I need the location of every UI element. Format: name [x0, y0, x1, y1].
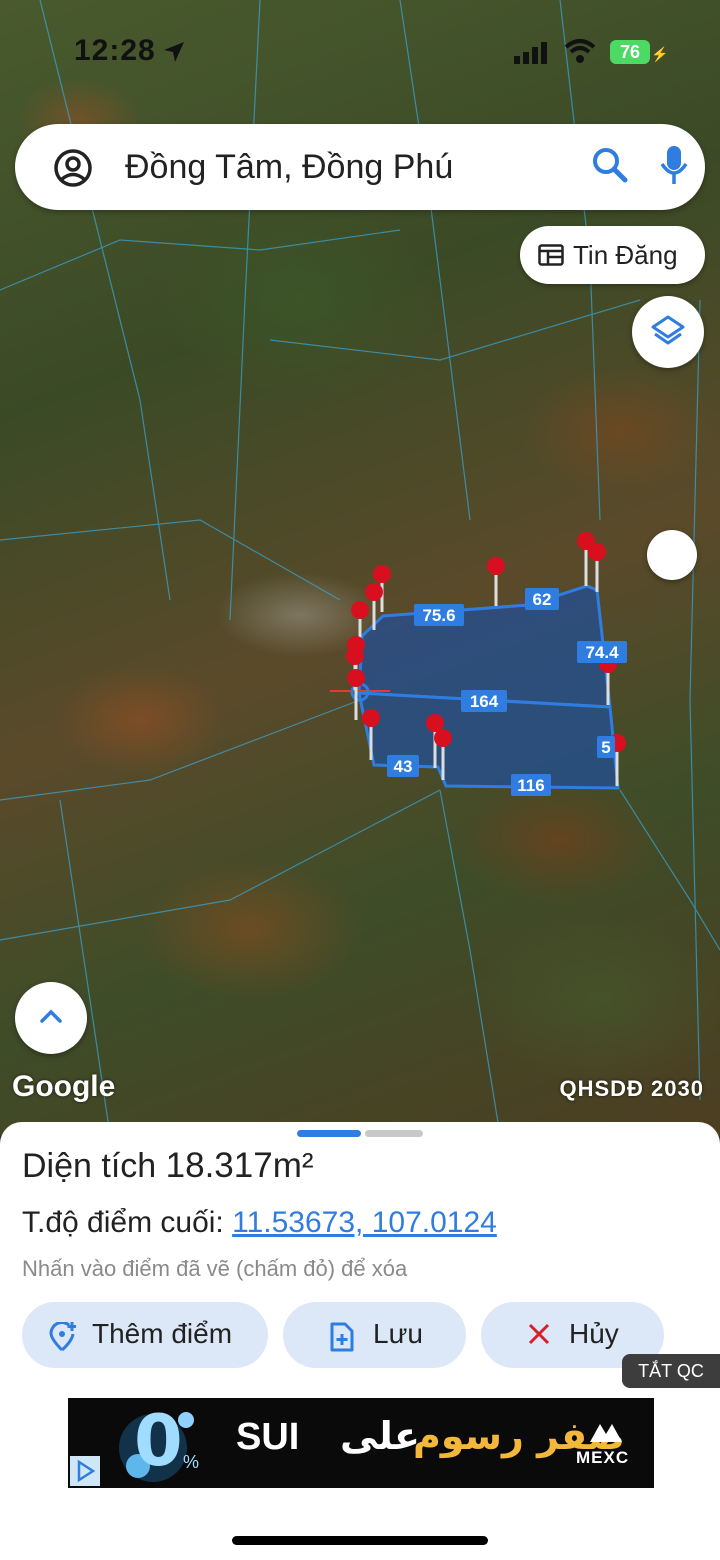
planning-layer-label: QHSDĐ 2030 [559, 1076, 704, 1101]
ad-arabic-white: على [340, 1414, 420, 1458]
save-button[interactable]: Lưu [283, 1302, 466, 1368]
edge-label: 75.6 [422, 606, 455, 625]
mexc-logo-icon [590, 1424, 622, 1442]
edge-label: 164 [470, 692, 499, 711]
add-point-label: Thêm điểm [92, 1318, 233, 1349]
microphone-icon[interactable] [659, 144, 689, 188]
coord-label: T.độ điểm cuối: [22, 1206, 224, 1239]
wifi-icon [564, 39, 596, 63]
edge-label: 43 [394, 757, 413, 776]
edge-label: 62 [533, 590, 552, 609]
layers-icon [651, 315, 685, 345]
listings-button[interactable]: Tin Đăng [520, 226, 705, 284]
ad-banner[interactable]: 0 % SUI على صفر رسوم MEXC [68, 1398, 654, 1488]
side-action-button[interactable] [647, 530, 697, 580]
coord-link[interactable]: 11.53673, 107.0124 [232, 1206, 497, 1239]
vertex-pin [588, 543, 606, 592]
sheet-handle[interactable] [365, 1130, 423, 1137]
ad-sui: SUI [236, 1416, 300, 1458]
listings-label: Tin Đăng [573, 240, 678, 270]
layers-button[interactable] [632, 296, 704, 368]
cellular-signal-icon [514, 42, 547, 64]
google-logo: Google [12, 1070, 116, 1103]
add-point-button[interactable]: Thêm điểm [22, 1302, 268, 1368]
edge-label: 116 [517, 776, 544, 795]
hide-ads-button[interactable]: TẮT QC [622, 1354, 720, 1388]
area-value: 18.317m² [165, 1146, 314, 1185]
status-bar: 12:28 76 ⚡ [0, 0, 720, 100]
ad-brand: MEXC [576, 1448, 630, 1467]
parcel-upper[interactable] [357, 584, 612, 709]
add-file-icon [330, 1322, 354, 1352]
satellite-map[interactable]: 75.6 62 74.4 164 5 43 116 12:28 76 ⚡ Đồn… [0, 0, 720, 1135]
location-arrow-icon [164, 42, 184, 62]
battery-icon: 76 [610, 40, 650, 64]
ad-choices-icon[interactable] [70, 1456, 100, 1486]
cancel-label: Hủy [569, 1318, 619, 1349]
area-row: Diện tích 18.317m² [22, 1146, 314, 1186]
save-label: Lưu [373, 1318, 423, 1349]
expand-sheet-button[interactable] [15, 982, 87, 1054]
charging-bolt-icon: ⚡ [651, 46, 669, 62]
listings-icon [538, 244, 564, 266]
vertex-pin [487, 557, 505, 606]
coord-row: T.độ điểm cuối: 11.53673, 107.0124 [22, 1206, 497, 1240]
search-icon[interactable] [591, 146, 629, 186]
edge-label: 74.4 [585, 643, 619, 662]
hint-text: Nhấn vào điểm đã vẽ (chấm đỏ) để xóa [22, 1256, 408, 1281]
account-icon[interactable] [53, 148, 93, 188]
edge-label: 5 [601, 738, 610, 757]
area-label: Diện tích [22, 1147, 157, 1185]
search-input[interactable]: Đồng Tâm, Đồng Phú [125, 148, 453, 187]
home-indicator[interactable] [232, 1536, 488, 1545]
close-icon [528, 1323, 550, 1345]
bottom-sheet: Diện tích 18.317m² T.độ điểm cuối: 11.53… [0, 1122, 720, 1560]
search-bar[interactable]: Đồng Tâm, Đồng Phú [15, 124, 705, 210]
status-time: 12:28 [74, 34, 156, 67]
ad-percent: % [183, 1452, 200, 1472]
add-location-icon [49, 1322, 76, 1352]
ad-zero: 0 [134, 1400, 183, 1482]
chevron-up-icon [40, 1009, 62, 1023]
sheet-handle-active[interactable] [297, 1130, 361, 1137]
